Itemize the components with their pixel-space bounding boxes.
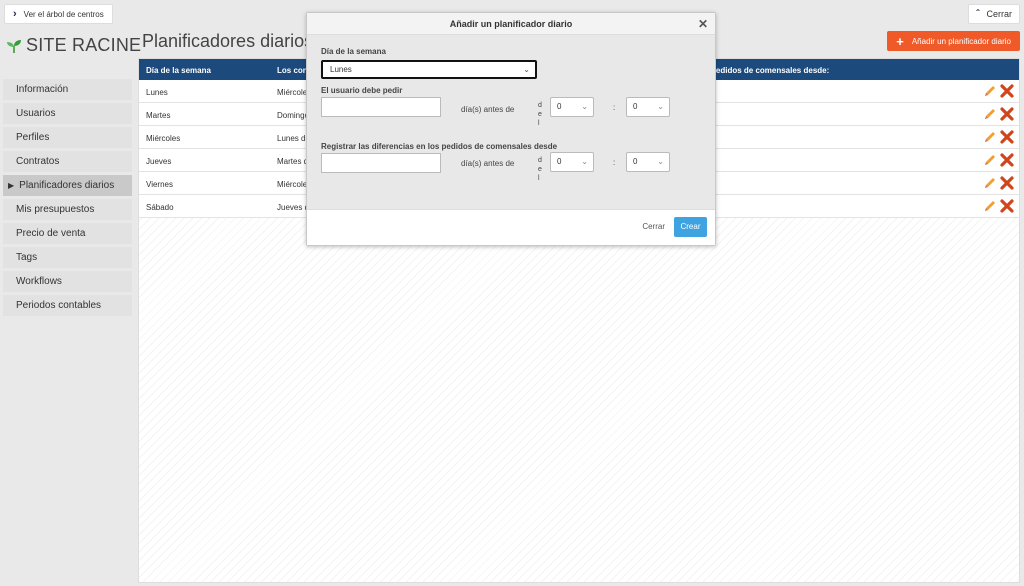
pencil-icon[interactable] [983, 153, 997, 167]
sidebar-item-label: Planificadores diarios [19, 180, 115, 191]
header-day: Día de la semana [146, 66, 211, 75]
chevron-right-icon: › [13, 8, 17, 20]
row-users: Domingo [277, 111, 310, 120]
order-hour-select[interactable]: 0 ⌄ [550, 97, 594, 117]
close-top-label: Cerrar [986, 9, 1012, 19]
pencil-icon[interactable] [983, 84, 997, 98]
row-day: Jueves [146, 157, 172, 166]
diff-minute-value: 0 [633, 157, 638, 166]
dialog-footer: Cerrar Crear [307, 209, 715, 245]
caret-right-icon: ▶ [8, 181, 15, 190]
day-select-value: Lunes [330, 65, 352, 74]
order-minute-value: 0 [633, 102, 638, 111]
dialog-create-button[interactable]: Crear [674, 217, 707, 237]
chevron-down-icon: ⌄ [523, 65, 530, 74]
delete-icon[interactable] [1000, 130, 1014, 144]
chevron-down-icon: ⌄ [581, 102, 588, 111]
sidebar-item-perfiles[interactable]: Perfiles [3, 127, 132, 148]
row-day: Lunes [146, 88, 168, 97]
del-char: d [538, 157, 542, 164]
dialog-header: Añadir un planificador diario ✕ [307, 13, 715, 35]
row-users: Miércole [277, 180, 308, 189]
header-diff: pedidos de comensales desde: [711, 66, 830, 75]
view-tree-label: Ver el árbol de centros [23, 9, 104, 19]
order-minute-select[interactable]: 0 ⌄ [626, 97, 670, 117]
order-days-input[interactable] [321, 97, 441, 117]
diff-days-input[interactable] [321, 153, 441, 173]
sidebar-item-planificadores[interactable]: ▶ Planificadores diarios [3, 175, 132, 196]
pencil-icon[interactable] [983, 176, 997, 190]
days-before-text: día(s) antes de [461, 159, 515, 168]
sidebar-item-label: Usuarios [16, 108, 56, 119]
view-tree-button[interactable]: › Ver el árbol de centros [4, 4, 113, 24]
time-separator: : [613, 103, 616, 112]
row-day: Miércoles [146, 134, 181, 143]
plus-icon: + [896, 33, 904, 49]
sidebar-item-label: Precio de venta [16, 228, 86, 239]
dialog-title: Añadir un planificador diario [449, 19, 573, 29]
order-hour-value: 0 [557, 102, 562, 111]
chevron-down-icon: ⌄ [657, 102, 664, 111]
sidebar-item-contratos[interactable]: Contratos [3, 151, 132, 172]
delete-icon[interactable] [1000, 176, 1014, 190]
pencil-icon[interactable] [983, 199, 997, 213]
dialog-cancel-button[interactable]: Cerrar [642, 222, 665, 231]
site-name: SITE RACINE [26, 35, 142, 55]
sidebar-item-label: Tags [16, 252, 38, 263]
sidebar-item-label: Periodos contables [16, 300, 102, 311]
site-logo: SITE RACINE [6, 35, 141, 56]
add-planner-dialog: Añadir un planificador diario ✕ Día de l… [306, 12, 716, 246]
row-users: Jueves d [277, 203, 310, 212]
add-planner-button[interactable]: + Añadir un planificador diario [887, 31, 1020, 51]
row-users: Miércole [277, 88, 308, 97]
close-icon[interactable]: ✕ [698, 13, 708, 35]
sprout-icon [7, 39, 21, 53]
diff-minute-select[interactable]: 0 ⌄ [626, 152, 670, 172]
sidebar-item-label: Información [16, 84, 69, 95]
row-day: Viernes [146, 180, 173, 189]
delete-icon[interactable] [1000, 199, 1014, 213]
row-day: Martes [146, 111, 171, 120]
diff-label: Registrar las diferencias en los pedidos… [321, 142, 558, 151]
delete-icon[interactable] [1000, 153, 1014, 167]
sidebar: Información Usuarios Perfiles Contratos … [3, 79, 132, 319]
sidebar-item-periodos[interactable]: Periodos contables [3, 295, 132, 316]
sidebar-item-label: Workflows [16, 276, 62, 287]
del-char: d [538, 102, 542, 109]
row-users: Martes d [277, 157, 309, 166]
close-top-button[interactable]: ˆ Cerrar [968, 4, 1020, 24]
add-planner-label: Añadir un planificador diario [911, 36, 1011, 46]
sidebar-item-tags[interactable]: Tags [3, 247, 132, 268]
chevron-up-icon: ˆ [976, 8, 980, 20]
sidebar-item-presupuestos[interactable]: Mis presupuestos [3, 199, 132, 220]
days-before-text: día(s) antes de [461, 105, 515, 114]
day-label: Día de la semana [321, 47, 386, 56]
chevron-down-icon: ⌄ [657, 157, 664, 166]
pencil-icon[interactable] [983, 130, 997, 144]
del-char: e [538, 111, 542, 118]
delete-icon[interactable] [1000, 107, 1014, 121]
sidebar-item-workflows[interactable]: Workflows [3, 271, 132, 292]
sidebar-item-label: Mis presupuestos [16, 204, 95, 215]
time-separator: : [613, 158, 616, 167]
chevron-down-icon: ⌄ [581, 157, 588, 166]
pencil-icon[interactable] [983, 107, 997, 121]
sidebar-item-label: Contratos [16, 156, 60, 167]
del-char: l [538, 120, 540, 127]
delete-icon[interactable] [1000, 84, 1014, 98]
sidebar-item-usuarios[interactable]: Usuarios [3, 103, 132, 124]
sidebar-item-informacion[interactable]: Información [3, 79, 132, 100]
diff-hour-value: 0 [557, 157, 562, 166]
order-label: El usuario debe pedir [321, 86, 403, 95]
diff-hour-select[interactable]: 0 ⌄ [550, 152, 594, 172]
day-select[interactable]: Lunes ⌄ [321, 60, 537, 79]
del-char: l [538, 175, 540, 182]
page-title: Planificadores diarios [142, 31, 314, 51]
del-char: e [538, 166, 542, 173]
sidebar-item-precio[interactable]: Precio de venta [3, 223, 132, 244]
sidebar-item-label: Perfiles [16, 132, 50, 143]
row-users: Lunes d [277, 134, 306, 143]
row-day: Sábado [146, 203, 174, 212]
header-users: Los con [277, 66, 308, 75]
